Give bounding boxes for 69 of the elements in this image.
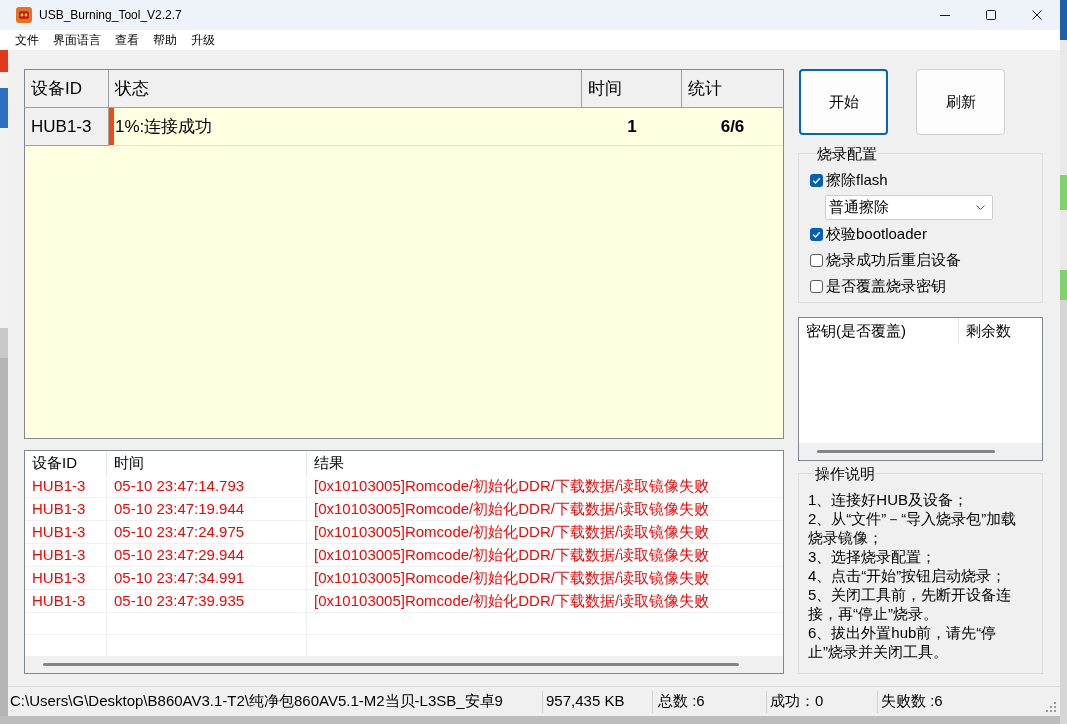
- checkbox-label[interactable]: 是否覆盖烧录密钥: [826, 275, 946, 298]
- table-cell: HUB1-3: [25, 475, 107, 497]
- table-cell: HUB1-3: [25, 521, 107, 543]
- table-cell-text: [0x10103005]Romcode/初始化DDR/下载数据/读取镜像失败: [313, 498, 711, 519]
- scrollbar-thumb[interactable]: [817, 450, 995, 453]
- column-header: 统计: [682, 70, 783, 108]
- group-title: 烧录配置: [816, 145, 878, 162]
- table-cell-text: [0x10103005]Romcode/初始化DDR/下载数据/读取镜像失败: [313, 475, 711, 496]
- instruction-text: 2、从“文件”－“导入烧录包”加载烧录镜像；: [808, 509, 1018, 547]
- menu-item[interactable]: 界面语言: [46, 30, 108, 50]
- resize-grip-icon[interactable]: [1046, 702, 1056, 712]
- action-button[interactable]: 刷新: [916, 69, 1005, 135]
- status-text: C:\Users\G\Desktop\B860AV3.1-T2\纯净包860AV5.1-M2当贝-L3SB_安卓9: [10, 691, 503, 712]
- menu-item[interactable]: 帮助: [146, 30, 184, 50]
- table-cell: HUB1-3: [25, 498, 107, 520]
- checkbox[interactable]: [810, 280, 823, 293]
- column-header: 状态: [109, 70, 582, 108]
- checkbox-label[interactable]: 烧录成功后重启设备: [826, 249, 961, 272]
- column-header: 设备ID: [25, 451, 107, 475]
- table-cell: HUB1-3: [25, 590, 107, 612]
- status-text: 成功：0: [770, 691, 824, 712]
- checkbox-label[interactable]: 擦除flash: [826, 169, 888, 192]
- table-cell: 05-10 23:47:29.944: [107, 544, 307, 566]
- table-cell: 05-10 23:47:14.793: [107, 475, 307, 497]
- status-text: 957,435 KB: [546, 691, 625, 712]
- table-cell-text: [0x10103005]Romcode/初始化DDR/下载数据/读取镜像失败: [313, 567, 711, 588]
- status-text: 1%:连接成功: [114, 115, 213, 138]
- action-button[interactable]: 开始: [799, 69, 888, 135]
- dropdown[interactable]: 普通擦除: [825, 195, 993, 220]
- menu-item[interactable]: 文件: [8, 30, 46, 50]
- menu-item[interactable]: 查看: [108, 30, 146, 50]
- instruction-text: 4、点击“开始”按钮启动烧录；: [808, 566, 1008, 585]
- instruction-text: 6、拔出外置hub前，请先“停止”烧录并关闭工具。: [808, 623, 998, 661]
- table-cell: HUB1-3: [25, 108, 109, 146]
- scrollbar-thumb[interactable]: [43, 663, 739, 666]
- table-cell-text: [0x10103005]Romcode/初始化DDR/下载数据/读取镜像失败: [313, 590, 711, 611]
- checkbox-label[interactable]: 校验bootloader: [826, 223, 927, 246]
- checkbox[interactable]: [810, 228, 823, 241]
- instruction-text: 5、关闭工具前，先断开设备连接，再“停止”烧录。: [808, 585, 1013, 623]
- instruction-text: 1、连接好HUB及设备；: [808, 490, 969, 509]
- minimize-icon: [940, 14, 950, 16]
- window-title: USB_Burning_Tool_V2.2.7: [39, 7, 182, 24]
- close-icon: [1032, 10, 1042, 20]
- column-header: 设备ID: [25, 70, 109, 108]
- table-cell: HUB1-3: [25, 567, 107, 589]
- column-header: 剩余数: [965, 320, 1012, 341]
- table-cell: 6/6: [682, 108, 783, 146]
- table-cell: HUB1-3: [25, 544, 107, 566]
- checkbox[interactable]: [810, 254, 823, 267]
- checkbox[interactable]: [810, 174, 823, 187]
- column-header: 结果: [313, 452, 345, 473]
- status-text: 失败数 :6: [881, 691, 943, 712]
- maximize-icon: [986, 10, 996, 20]
- table-cell: 05-10 23:47:39.935: [107, 590, 307, 612]
- column-header: 密钥(是否覆盖): [799, 318, 959, 344]
- table-cell: 05-10 23:47:19.944: [107, 498, 307, 520]
- column-header: 时间: [107, 451, 307, 475]
- table-cell: 05-10 23:47:34.991: [107, 567, 307, 589]
- table-cell-text: [0x10103005]Romcode/初始化DDR/下载数据/读取镜像失败: [313, 521, 711, 542]
- menu-item[interactable]: 升级: [184, 30, 222, 50]
- status-text: 总数 :6: [658, 691, 705, 712]
- app-icon: [16, 7, 32, 23]
- caret-icon: [976, 205, 985, 210]
- group-title: 操作说明: [814, 465, 876, 482]
- column-header: 时间: [582, 70, 682, 108]
- table-cell: 1: [582, 108, 682, 146]
- table-cell: 05-10 23:47:24.975: [107, 521, 307, 543]
- instruction-text: 3、选择烧录配置；: [808, 547, 938, 566]
- table-cell-text: [0x10103005]Romcode/初始化DDR/下载数据/读取镜像失败: [313, 544, 711, 565]
